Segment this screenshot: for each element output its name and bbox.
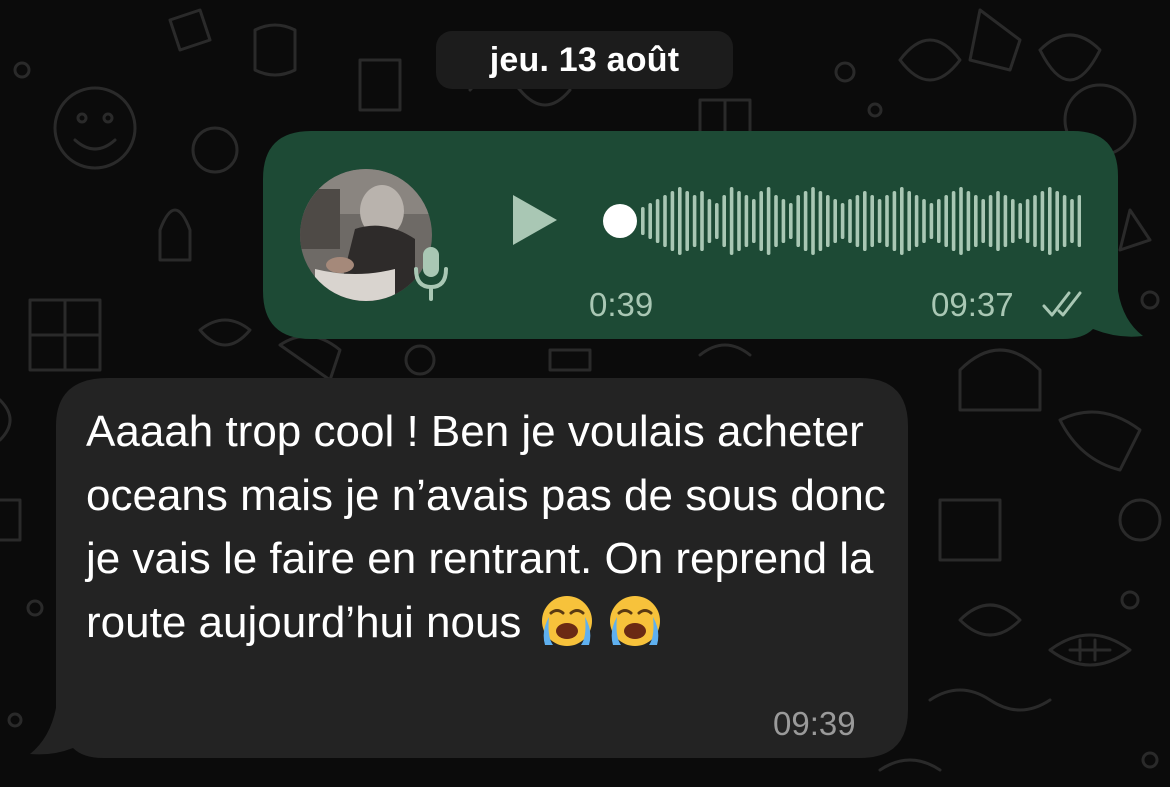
waveform-bar bbox=[981, 199, 985, 243]
waveform-bar bbox=[877, 199, 882, 243]
waveform-bar bbox=[774, 195, 778, 247]
waveform-bar bbox=[729, 187, 734, 255]
waveform-bar bbox=[929, 203, 934, 239]
waveform-bar bbox=[988, 195, 993, 247]
voice-duration: 0:39 bbox=[589, 286, 654, 323]
date-separator: jeu. 13 août bbox=[436, 31, 733, 89]
waveform-bar bbox=[641, 207, 645, 235]
incoming-text-message[interactable]: Aaaah trop cool ! Ben je voulais acheter… bbox=[28, 378, 908, 758]
waveform-bar bbox=[1018, 203, 1022, 239]
waveform-bar bbox=[655, 199, 660, 243]
waveform-bar bbox=[1077, 195, 1081, 247]
double-check-icon bbox=[1042, 291, 1082, 317]
waveform-bar bbox=[833, 199, 837, 243]
waveform-bar bbox=[1055, 191, 1059, 251]
waveform-bar bbox=[715, 203, 719, 239]
waveform-bar bbox=[744, 195, 749, 247]
waveform-bar bbox=[885, 195, 889, 247]
waveform-bar bbox=[811, 187, 815, 255]
waveform-bar bbox=[722, 195, 726, 247]
waveform-bar bbox=[848, 199, 852, 243]
waveform-bar bbox=[907, 191, 911, 251]
waveform-bar bbox=[870, 195, 874, 247]
waveform-bar bbox=[840, 203, 845, 239]
waveform-bar bbox=[1062, 195, 1067, 247]
waveform-bar bbox=[1070, 199, 1074, 243]
waveform-bar bbox=[700, 191, 704, 251]
waveform-bar bbox=[966, 191, 971, 251]
waveform-bar bbox=[752, 199, 756, 243]
waveform-bar bbox=[1003, 195, 1008, 247]
message-text: Aaaah trop cool ! Ben je voulais acheter… bbox=[86, 400, 896, 654]
waveform-bar bbox=[826, 195, 830, 247]
waveform-bar bbox=[944, 195, 948, 247]
play-icon[interactable] bbox=[509, 191, 561, 249]
waveform-bar bbox=[781, 199, 786, 243]
waveform-bar bbox=[1011, 199, 1015, 243]
waveform-bar bbox=[1033, 195, 1037, 247]
waveform-bar bbox=[692, 195, 697, 247]
message-body: Aaaah trop cool ! Ben je voulais acheter… bbox=[86, 407, 886, 647]
waveform-bar bbox=[678, 187, 682, 255]
waveform-bar bbox=[951, 191, 956, 251]
waveform-bar bbox=[803, 191, 808, 251]
waveform-bar bbox=[670, 191, 675, 251]
waveform-bar bbox=[648, 203, 652, 239]
waveform-bar bbox=[959, 187, 963, 255]
waveform-bar bbox=[1040, 191, 1045, 251]
waveform-bar bbox=[1048, 187, 1052, 255]
message-time: 09:37 bbox=[931, 286, 1014, 323]
crying-face-icon bbox=[610, 595, 661, 646]
waveform-bar bbox=[914, 195, 919, 247]
waveform-bar bbox=[789, 203, 793, 239]
waveform-bar bbox=[737, 191, 741, 251]
outgoing-voice-message[interactable]: 0:39 09:37 bbox=[263, 131, 1148, 339]
waveform-bar bbox=[766, 187, 771, 255]
waveform-bar bbox=[796, 195, 800, 247]
waveform-bar bbox=[707, 199, 712, 243]
waveform-bar bbox=[937, 199, 941, 243]
waveform-bar bbox=[974, 195, 978, 247]
waveform-bar bbox=[663, 195, 667, 247]
microphone-icon bbox=[414, 247, 448, 301]
playhead-handle[interactable] bbox=[603, 204, 637, 238]
waveform-bar bbox=[855, 195, 860, 247]
waveform-bar bbox=[818, 191, 823, 251]
crying-face-icon bbox=[542, 595, 593, 646]
voice-waveform[interactable] bbox=[601, 186, 1081, 256]
message-time: 09:39 bbox=[773, 705, 856, 742]
waveform-bar bbox=[922, 199, 926, 243]
waveform-bar bbox=[1025, 199, 1030, 243]
waveform-bar bbox=[759, 191, 763, 251]
waveform-bar bbox=[863, 191, 867, 251]
date-label: jeu. 13 août bbox=[489, 40, 680, 79]
waveform-bar bbox=[892, 191, 897, 251]
waveform-bar bbox=[685, 191, 689, 251]
waveform-bar bbox=[900, 187, 904, 255]
waveform-bar bbox=[996, 191, 1000, 251]
